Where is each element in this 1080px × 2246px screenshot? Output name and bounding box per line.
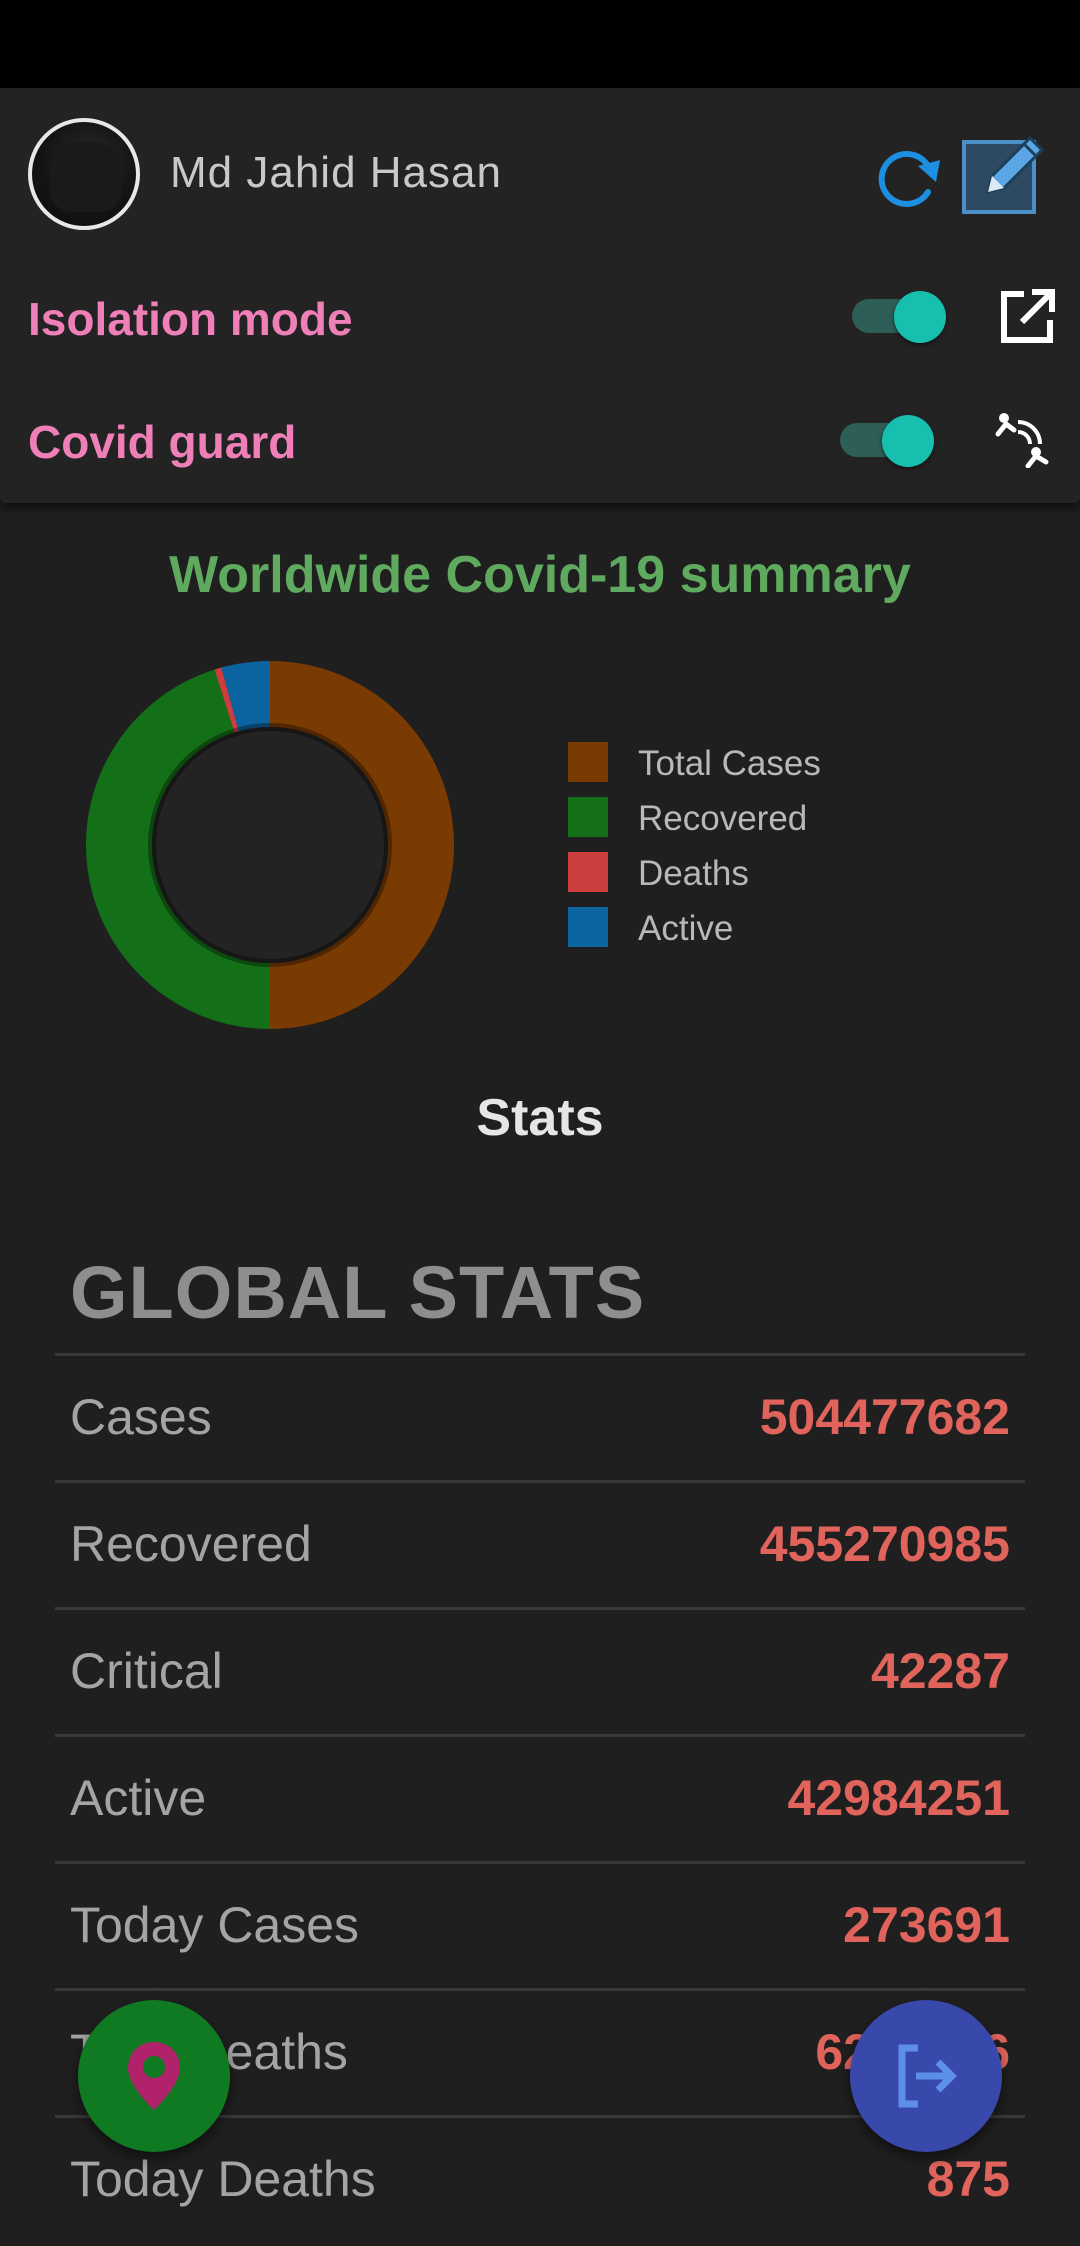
stat-label: Active [70,1770,207,1826]
stat-row: Recovered 455270985 [55,1480,1025,1607]
legend-label: Deaths [638,854,749,893]
location-pin-icon [128,2042,180,2110]
donut-chart [85,661,454,1029]
edit-icon [962,135,1045,214]
covid-guard-info-button[interactable] [994,408,1054,469]
stat-label: Today Cases [70,1897,360,1953]
switch-knob [894,291,946,343]
global-stats-title: GLOBAL STATS [70,1251,646,1334]
logout-icon [898,2044,957,2108]
isolation-mode-open-button[interactable] [998,286,1058,346]
logout-fab[interactable] [850,2000,1002,2152]
covid-guard-label: Covid guard [28,416,297,468]
contact-tracing-icon [995,413,1049,469]
stat-value: 875 [926,2151,1010,2207]
user-name: Md Jahid Hasan [170,148,502,197]
stat-row: Critical 42287 [55,1607,1025,1734]
status-bar [0,0,1080,88]
isolation-mode-switch[interactable] [852,291,946,343]
legend-swatch [568,742,608,782]
stats-title: Stats [476,1089,604,1147]
legend-label: Recovered [638,799,808,838]
covid-guard-switch[interactable] [840,415,934,467]
refresh-button[interactable] [872,140,948,216]
profile-card: Md Jahid Hasan Isolation mode Covid guar… [0,88,1080,503]
summary-title: Worldwide Covid-19 summary [169,546,911,604]
stat-row: Active 42984251 [55,1734,1025,1861]
legend-swatch [568,797,608,837]
stat-value: 42984251 [787,1770,1010,1826]
stat-value: 455270985 [759,1516,1010,1572]
isolation-mode-label: Isolation mode [28,293,353,345]
refresh-icon [878,151,940,207]
stat-label: Today Deaths [70,2151,376,2207]
edit-profile-button[interactable] [958,126,1052,220]
donut-hole [148,723,392,967]
avatar[interactable] [28,118,140,230]
stat-value: 42287 [870,1643,1010,1699]
location-fab[interactable] [78,2000,230,2152]
external-link-icon [1001,289,1055,343]
stat-label: Cases [70,1389,212,1445]
legend-swatch [568,907,608,947]
stat-row: Today Cases 273691 [55,1861,1025,1988]
legend-swatch [568,852,608,892]
stat-row: Cases 504477682 [55,1353,1025,1480]
stat-value: 273691 [843,1897,1010,1953]
legend-label: Active [638,909,734,948]
legend-label: Total Cases [638,744,821,783]
stat-label: Critical [70,1643,223,1699]
stat-label: Recovered [70,1516,312,1572]
switch-knob [882,415,934,467]
stat-value: 504477682 [759,1389,1010,1445]
